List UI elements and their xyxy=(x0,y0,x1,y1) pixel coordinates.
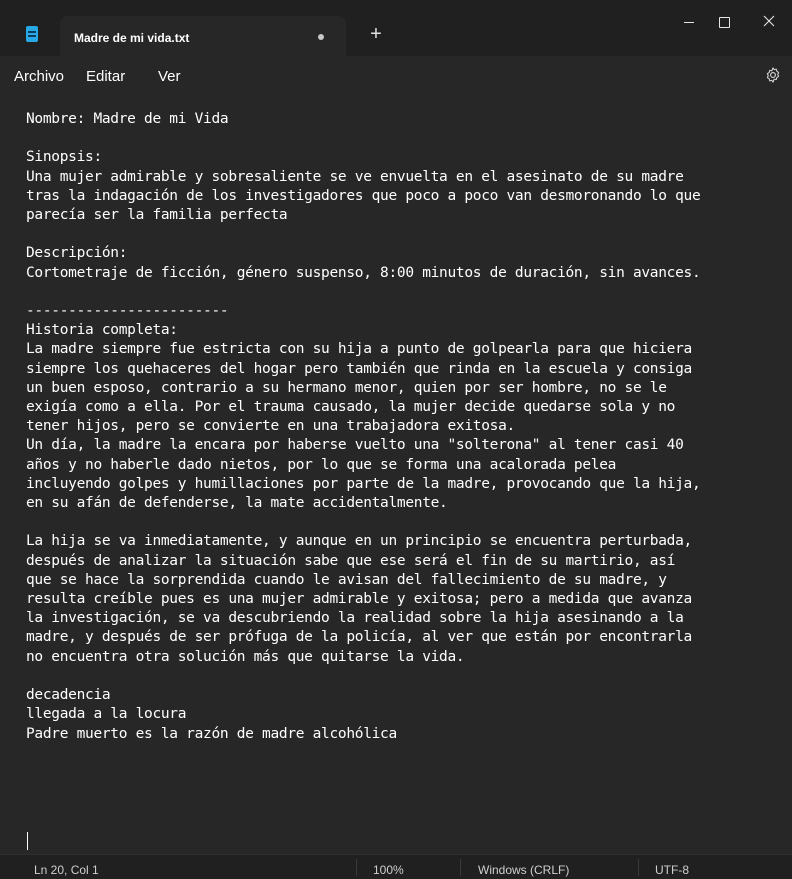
text-line[interactable]: Historia completa: xyxy=(26,322,178,338)
text-line[interactable]: La madre siempre fue estricta con su hij… xyxy=(26,341,692,357)
text-line[interactable]: siempre los quehaceres del hogar pero ta… xyxy=(26,361,692,377)
text-line[interactable]: parecía ser la familia perfecta xyxy=(26,207,288,223)
text-line[interactable]: llegada a la locura xyxy=(26,706,186,722)
menu-ver[interactable]: Ver xyxy=(158,68,181,85)
new-tab-button[interactable]: + xyxy=(364,22,388,46)
status-line-endings[interactable]: Windows (CRLF) xyxy=(478,863,569,877)
text-editor[interactable]: Nombre: Madre de mi Vida Sinopsis: Una m… xyxy=(0,96,792,854)
menu-bar: Archivo Editar Ver xyxy=(0,56,792,96)
text-line[interactable]: resulta creíble pues es una mujer admira… xyxy=(26,591,692,607)
status-divider xyxy=(356,859,357,876)
gear-icon[interactable] xyxy=(764,66,782,84)
text-line[interactable]: después de analizar la situación sabe qu… xyxy=(26,553,675,569)
unsaved-dot-icon[interactable] xyxy=(318,34,324,40)
title-bar: Madre de mi vida.txt + xyxy=(0,0,792,56)
text-line[interactable]: Una mujer admirable y sobresaliente se v… xyxy=(26,169,684,185)
text-line[interactable]: tras la indagación de los investigadores… xyxy=(26,188,701,204)
text-line[interactable]: Padre muerto es la razón de madre alcohó… xyxy=(26,726,397,742)
status-encoding[interactable]: UTF-8 xyxy=(655,863,689,877)
close-button[interactable] xyxy=(746,0,792,44)
tab-title: Madre de mi vida.txt xyxy=(74,31,190,45)
text-line[interactable]: Descripción: xyxy=(26,245,127,261)
text-line[interactable]: Un día, la madre la encara por haberse v… xyxy=(26,437,684,453)
text-line[interactable]: que se hace la sorprendida cuando le avi… xyxy=(26,572,667,588)
text-line[interactable]: decadencia xyxy=(26,687,111,703)
status-cursor-position[interactable]: Ln 20, Col 1 xyxy=(34,863,99,877)
text-line[interactable]: Nombre: Madre de mi Vida xyxy=(26,111,229,127)
text-line[interactable]: exigía como a ella. Por el trauma causad… xyxy=(26,399,675,415)
text-line[interactable]: años y no haberle dado nietos, por lo qu… xyxy=(26,457,616,473)
text-line[interactable]: Cortometraje de ficción, género suspenso… xyxy=(26,265,701,281)
text-line[interactable]: La hija se va inmediatamente, y aunque e… xyxy=(26,533,692,549)
text-line[interactable]: ------------------------ xyxy=(26,303,229,319)
menu-archivo[interactable]: Archivo xyxy=(14,68,64,85)
status-divider xyxy=(460,859,461,876)
text-caret xyxy=(27,832,28,850)
status-zoom[interactable]: 100% xyxy=(373,863,404,877)
notepad-icon xyxy=(26,26,38,42)
text-line[interactable]: madre, y después de ser prófuga de la po… xyxy=(26,629,692,645)
close-icon xyxy=(763,15,775,27)
text-line[interactable]: en su afán de defenderse, la mate accide… xyxy=(26,495,448,511)
text-line[interactable]: no encuentra otra solución más que quita… xyxy=(26,649,465,665)
tab-document[interactable]: Madre de mi vida.txt xyxy=(60,16,346,56)
status-bar: Ln 20, Col 1 100% Windows (CRLF) UTF-8 xyxy=(0,854,792,879)
maximize-button[interactable] xyxy=(703,0,749,44)
text-line[interactable]: Sinopsis: xyxy=(26,149,102,165)
text-line[interactable]: la investigación, se va descubriendo la … xyxy=(26,610,684,626)
notepad-window: Madre de mi vida.txt + Archivo Editar Ve… xyxy=(0,0,792,879)
text-line[interactable]: incluyendo golpes y humillaciones por pa… xyxy=(26,476,701,492)
text-line[interactable]: un buen esposo, contrario a su hermano m… xyxy=(26,380,667,396)
menu-editar[interactable]: Editar xyxy=(86,68,125,85)
text-line[interactable]: tener hijos, pero se convierte en una tr… xyxy=(26,418,515,434)
status-divider xyxy=(638,859,639,876)
document-text[interactable]: Nombre: Madre de mi Vida Sinopsis: Una m… xyxy=(26,110,786,763)
